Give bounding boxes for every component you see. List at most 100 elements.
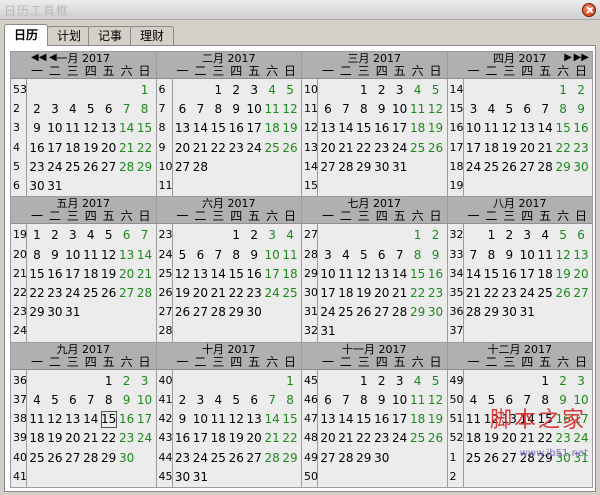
day-cell[interactable]: 11 bbox=[409, 100, 427, 119]
day-cell[interactable]: 14 bbox=[118, 119, 136, 138]
day-cell[interactable]: 1 bbox=[281, 372, 299, 391]
day-cell[interactable]: 3 bbox=[191, 391, 209, 410]
day-cell[interactable]: 6 bbox=[191, 246, 209, 265]
day-cell[interactable]: 18 bbox=[482, 139, 500, 158]
day-cell[interactable]: 23 bbox=[427, 284, 445, 303]
day-cell[interactable]: 28 bbox=[136, 284, 154, 303]
day-cell[interactable]: 22 bbox=[554, 139, 572, 158]
day-cell[interactable]: 21 bbox=[465, 284, 483, 303]
day-cell[interactable]: 27 bbox=[174, 158, 192, 177]
day-cell[interactable]: 20 bbox=[174, 139, 192, 158]
day-cell[interactable]: 17 bbox=[64, 265, 82, 284]
day-cell[interactable]: 28 bbox=[191, 158, 209, 177]
day-cell[interactable]: 21 bbox=[337, 429, 355, 448]
day-cell[interactable]: 13 bbox=[518, 119, 536, 138]
day-cell[interactable]: 11 bbox=[263, 100, 281, 119]
day-cell[interactable]: 28 bbox=[82, 449, 100, 468]
day-cell[interactable]: 13 bbox=[100, 119, 118, 138]
day-cell[interactable]: 23 bbox=[118, 429, 136, 448]
close-button[interactable] bbox=[582, 3, 596, 17]
day-cell[interactable]: 4 bbox=[536, 226, 554, 245]
day-cell[interactable]: 14 bbox=[263, 410, 281, 429]
day-cell[interactable]: 14 bbox=[536, 119, 554, 138]
day-cell[interactable]: 19 bbox=[82, 139, 100, 158]
day-cell[interactable]: 31 bbox=[191, 468, 209, 487]
day-cell[interactable]: 7 bbox=[263, 391, 281, 410]
day-cell[interactable]: 17 bbox=[391, 119, 409, 138]
day-cell[interactable]: 9 bbox=[245, 246, 263, 265]
tab-notes[interactable]: 记事 bbox=[88, 26, 133, 45]
day-cell[interactable]: 14 bbox=[191, 119, 209, 138]
day-cell[interactable]: 23 bbox=[373, 139, 391, 158]
day-cell[interactable]: 6 bbox=[572, 226, 590, 245]
day-cell[interactable]: 1 bbox=[227, 226, 245, 245]
day-cell[interactable]: 17 bbox=[518, 265, 536, 284]
day-cell[interactable]: 18 bbox=[409, 119, 427, 138]
day-cell[interactable]: 10 bbox=[46, 119, 64, 138]
day-cell[interactable]: 12 bbox=[427, 391, 445, 410]
day-cell[interactable]: 11 bbox=[482, 119, 500, 138]
day-cell[interactable]: 14 bbox=[337, 119, 355, 138]
day-cell[interactable]: 16 bbox=[174, 429, 192, 448]
day-cell[interactable]: 15 bbox=[136, 119, 154, 138]
day-cell[interactable]: 26 bbox=[174, 303, 192, 322]
day-cell[interactable]: 20 bbox=[100, 139, 118, 158]
day-cell[interactable]: 25 bbox=[64, 158, 82, 177]
day-cell[interactable]: 10 bbox=[263, 246, 281, 265]
day-cell[interactable]: 6 bbox=[319, 391, 337, 410]
day-cell[interactable]: 21 bbox=[209, 284, 227, 303]
day-cell[interactable]: 19 bbox=[427, 410, 445, 429]
day-cell[interactable]: 7 bbox=[465, 246, 483, 265]
day-cell[interactable]: 19 bbox=[100, 265, 118, 284]
day-cell[interactable]: 12 bbox=[100, 246, 118, 265]
day-cell[interactable]: 30 bbox=[46, 303, 64, 322]
day-cell[interactable]: 21 bbox=[82, 429, 100, 448]
day-cell[interactable]: 26 bbox=[500, 158, 518, 177]
day-cell[interactable]: 1 bbox=[355, 81, 373, 100]
day-cell[interactable]: 19 bbox=[554, 265, 572, 284]
day-cell[interactable]: 7 bbox=[391, 246, 409, 265]
day-cell[interactable]: 11 bbox=[465, 410, 483, 429]
day-cell[interactable]: 5 bbox=[82, 100, 100, 119]
day-cell[interactable]: 15 bbox=[281, 410, 299, 429]
day-cell[interactable]: 10 bbox=[64, 246, 82, 265]
day-cell[interactable]: 12 bbox=[82, 119, 100, 138]
day-cell[interactable]: 29 bbox=[355, 158, 373, 177]
day-cell[interactable]: 30 bbox=[118, 449, 136, 468]
day-cell[interactable]: 13 bbox=[373, 265, 391, 284]
day-cell[interactable]: 25 bbox=[409, 429, 427, 448]
day-cell[interactable]: 2 bbox=[500, 226, 518, 245]
day-cell[interactable]: 27 bbox=[245, 449, 263, 468]
day-cell[interactable]: 23 bbox=[245, 284, 263, 303]
day-cell[interactable]: 16 bbox=[46, 265, 64, 284]
day-cell[interactable]: 2 bbox=[118, 372, 136, 391]
day-cell[interactable]: 5 bbox=[227, 391, 245, 410]
day-cell[interactable]: 14 bbox=[391, 265, 409, 284]
day-cell[interactable]: 18 bbox=[465, 429, 483, 448]
day-cell[interactable]: 2 bbox=[245, 226, 263, 245]
day-cell[interactable]: 9 bbox=[46, 246, 64, 265]
day-cell[interactable]: 26 bbox=[100, 284, 118, 303]
day-cell[interactable]: 26 bbox=[281, 139, 299, 158]
day-cell[interactable]: 1 bbox=[409, 226, 427, 245]
day-cell[interactable]: 3 bbox=[518, 226, 536, 245]
day-cell[interactable]: 21 bbox=[191, 139, 209, 158]
day-cell[interactable]: 2 bbox=[572, 81, 590, 100]
day-cell[interactable]: 18 bbox=[82, 265, 100, 284]
day-cell[interactable]: 29 bbox=[355, 449, 373, 468]
day-cell[interactable]: 15 bbox=[409, 265, 427, 284]
day-cell[interactable]: 5 bbox=[427, 372, 445, 391]
day-cell[interactable]: 22 bbox=[355, 139, 373, 158]
day-cell[interactable]: 9 bbox=[373, 391, 391, 410]
day-cell[interactable]: 27 bbox=[100, 158, 118, 177]
day-cell[interactable]: 18 bbox=[536, 265, 554, 284]
day-cell[interactable]: 29 bbox=[554, 158, 572, 177]
day-cell[interactable]: 28 bbox=[536, 158, 554, 177]
day-cell[interactable]: 4 bbox=[64, 100, 82, 119]
day-cell[interactable]: 29 bbox=[482, 303, 500, 322]
day-cell[interactable]: 6 bbox=[100, 100, 118, 119]
day-cell[interactable]: 31 bbox=[46, 177, 64, 196]
day-cell[interactable]: 25 bbox=[337, 303, 355, 322]
day-cell[interactable]: 26 bbox=[355, 303, 373, 322]
day-cell[interactable]: 22 bbox=[100, 429, 118, 448]
